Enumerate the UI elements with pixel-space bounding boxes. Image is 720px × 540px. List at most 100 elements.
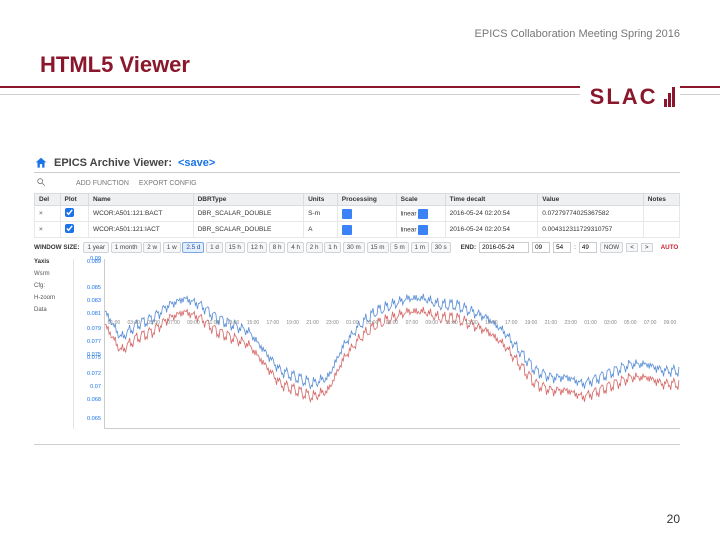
window-size-button[interactable]: 1 m <box>411 242 430 253</box>
col-del: Del <box>35 194 61 206</box>
now-button[interactable]: NOW <box>600 242 623 253</box>
bottom-rule <box>34 444 680 445</box>
pv-processing[interactable] <box>337 222 396 238</box>
x-tick: 23:00 <box>322 320 342 330</box>
x-tick: 05:00 <box>144 320 164 330</box>
window-size-button[interactable]: 15 h <box>225 242 245 253</box>
window-size-button[interactable]: 1 h <box>324 242 341 253</box>
x-tick: 07:00 <box>164 320 184 330</box>
pv-processing[interactable] <box>337 206 396 222</box>
window-size-button[interactable]: 2 w <box>143 242 161 253</box>
prev-button[interactable]: < <box>626 243 638 252</box>
slac-logo: SLAC <box>580 84 680 116</box>
x-tick: 01:00 <box>342 320 362 330</box>
left-panel-item[interactable]: Data <box>34 307 71 313</box>
x-tick: 09:00 <box>422 320 442 330</box>
window-size-row: WINDOW SIZE: 1 year 1 month 2 w 1 w 2.5 … <box>34 242 680 253</box>
window-size-button[interactable]: 30 s <box>431 242 451 253</box>
window-size-button[interactable]: 8 h <box>269 242 286 253</box>
toolbar-export-config[interactable]: EXPORT CONFIG <box>139 180 197 187</box>
next-button[interactable]: > <box>641 243 653 252</box>
window-size-button[interactable]: 30 m <box>343 242 365 253</box>
pv-table: Del Plot Name DBRType Units Processing S… <box>34 193 680 238</box>
left-panel-item[interactable]: Wsrm <box>34 271 71 277</box>
end-sec-input[interactable] <box>579 242 597 253</box>
col-timedecalt: Time decalt <box>445 194 538 206</box>
window-size-button[interactable]: 5 m <box>390 242 409 253</box>
y-tick: 0.079 <box>87 326 101 332</box>
x-tick: 05:00 <box>620 320 640 330</box>
window-size-button[interactable]: 2 h <box>306 242 323 253</box>
table-header-row: Del Plot Name DBRType Units Processing S… <box>35 194 680 206</box>
end-min-input[interactable] <box>553 242 571 253</box>
pv-notes <box>643 222 679 238</box>
save-button[interactable]: <save> <box>178 157 215 169</box>
delete-button[interactable]: × <box>35 206 61 222</box>
end-label: END: <box>461 244 476 251</box>
x-tick: 17:00 <box>263 320 283 330</box>
pv-units: A <box>304 222 338 238</box>
y-tick: 0.077 <box>87 339 101 345</box>
x-tick: 01:00 <box>104 320 124 330</box>
col-notes: Notes <box>643 194 679 206</box>
page-number: 20 <box>667 512 680 526</box>
x-tick: 21:00 <box>303 320 323 330</box>
auto-button[interactable]: AUTO <box>661 244 679 251</box>
meeting-label: EPICS Collaboration Meeting Spring 2016 <box>475 28 680 40</box>
x-tick: 03:00 <box>600 320 620 330</box>
delete-button[interactable]: × <box>35 222 61 238</box>
chart-left-panel: Yaxis Wsrm Cfg: H-zoom Data <box>34 259 74 429</box>
search-icon[interactable] <box>36 177 46 189</box>
x-tick: 09:00 <box>660 320 680 330</box>
pv-scale[interactable]: linear <box>396 206 445 222</box>
table-row: ×WCOR:A501:121:BACTDBR_SCALAR_DOUBLES-ml… <box>35 206 680 222</box>
col-dbrtype: DBRType <box>193 194 303 206</box>
plot-checkbox[interactable] <box>60 222 88 238</box>
x-tick: 15:00 <box>243 320 263 330</box>
pv-value: 0.004312311729310757 <box>538 222 644 238</box>
pv-time: 2016-05-24 02:20:54 <box>445 222 538 238</box>
window-size-button[interactable]: 12 h <box>247 242 267 253</box>
x-axis: 01:0003:0005:0007:0009:0011:0013:0015:00… <box>104 320 680 330</box>
app-toolbar: ADD FUNCTION EXPORT CONFIG <box>34 175 680 193</box>
slide-title: HTML5 Viewer <box>40 52 190 78</box>
plot-checkbox[interactable] <box>60 206 88 222</box>
window-size-button[interactable]: 1 d <box>206 242 223 253</box>
plot-canvas[interactable] <box>104 259 680 429</box>
window-size-button[interactable]: 1 year <box>83 242 109 253</box>
pv-name: WCOR:A501:121:BACT <box>88 206 193 222</box>
pv-units: S-m <box>304 206 338 222</box>
end-date-input[interactable] <box>479 242 529 253</box>
left-panel-item[interactable]: Cfg: <box>34 283 71 289</box>
slide: EPICS Collaboration Meeting Spring 2016 … <box>0 0 720 540</box>
x-tick: 19:00 <box>521 320 541 330</box>
pv-value: 0.07279774025367582 <box>538 206 644 222</box>
x-tick: 09:00 <box>183 320 203 330</box>
window-size-button[interactable]: 1 month <box>111 242 142 253</box>
x-tick: 13:00 <box>223 320 243 330</box>
pv-name: WCOR:A501:121:IACT <box>88 222 193 238</box>
y-tick: 0.07 <box>90 384 101 390</box>
home-icon[interactable] <box>34 156 48 170</box>
table-row: ×WCOR:A501:121:IACTDBR_SCALAR_DOUBLEAlin… <box>35 222 680 238</box>
pv-notes <box>643 206 679 222</box>
window-size-button[interactable]: 15 m <box>367 242 389 253</box>
y-tick: 0.065 <box>87 416 101 422</box>
y-tick: 0.068 <box>87 397 101 403</box>
y-tick: 0.085 <box>87 285 101 291</box>
window-size-button[interactable]: 4 h <box>287 242 304 253</box>
toolbar-add-function[interactable]: ADD FUNCTION <box>76 180 129 187</box>
left-panel-header: Yaxis <box>34 259 71 265</box>
x-tick: 21:00 <box>541 320 561 330</box>
window-size-button[interactable]: 1 w <box>163 242 181 253</box>
end-hour-input[interactable] <box>532 242 550 253</box>
x-tick: 05:00 <box>382 320 402 330</box>
x-tick: 03:00 <box>124 320 144 330</box>
x-tick: 11:00 <box>442 320 462 330</box>
window-size-button[interactable]: 2.5 d <box>182 242 204 253</box>
x-tick: 23:00 <box>561 320 581 330</box>
y-axis: 0.090.0890.0850.0830.0810.0790.0770.0750… <box>74 259 104 429</box>
pv-scale[interactable]: linear <box>396 222 445 238</box>
left-panel-item[interactable]: H-zoom <box>34 295 71 301</box>
x-tick: 17:00 <box>501 320 521 330</box>
